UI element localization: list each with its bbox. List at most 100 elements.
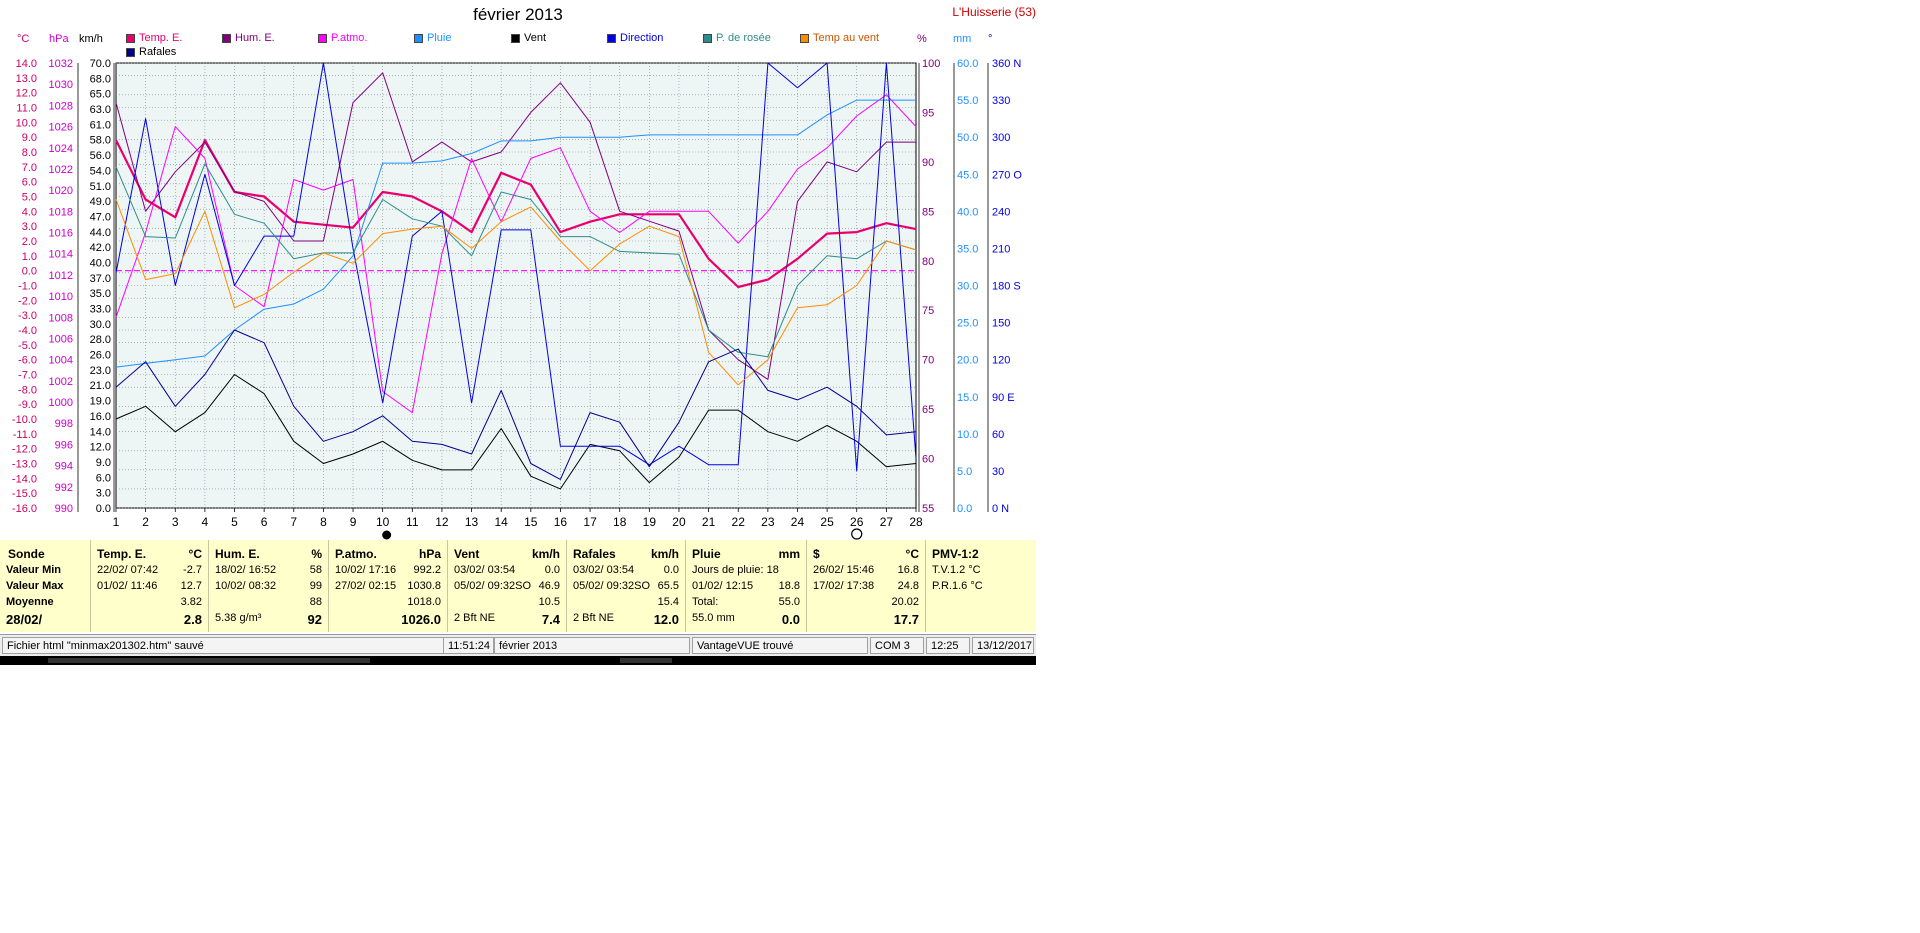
y-tick-label-hpa: 1014 (49, 249, 73, 261)
text: 01/02/ 12:15 (692, 580, 754, 592)
text: 10/02/ 08:32 (215, 580, 277, 592)
y-tick-label-mm: 5.0 (957, 466, 972, 478)
y-tick-label-kmh: 70.0 (90, 58, 111, 70)
y-tick-label-deg: 30 (992, 466, 1004, 478)
status-device: VantageVUE trouvé (692, 637, 868, 654)
y-tick-label-kmh: 61.0 (90, 119, 111, 131)
x-tick-label: 15 (524, 515, 538, 529)
y-tick-label-hpa: 1004 (49, 355, 73, 367)
stats-patmo-max: 27/02/ 02:15 1030.8 (335, 580, 441, 595)
y-tick-label-temp: 9.0 (22, 132, 37, 144)
text: 15.4 (657, 596, 679, 608)
y-tick-label-temp: 12.0 (16, 88, 37, 100)
stats-row-cur-label: 28/02/ (6, 612, 84, 627)
y-tick-label-mm: 20.0 (957, 355, 978, 367)
y-tick-label-hpa: 1030 (49, 79, 73, 91)
stats-rafales-min: 03/02/ 03:54 0.0 (573, 564, 679, 579)
y-tick-label-deg: 330 (992, 95, 1010, 107)
status-month: février 2013 (494, 637, 690, 654)
text: 03/02/ 03:54 (573, 564, 635, 576)
y-tick-label-temp: -1.0 (18, 281, 37, 293)
y-tick-label-deg: 150 (992, 318, 1010, 330)
stats-s-max: 17/02/ 17:38 24.8 (813, 580, 919, 595)
stats-hum-max: 10/02/ 08:32 99 (215, 580, 322, 595)
y-tick-label-mm: 25.0 (957, 318, 978, 330)
text: -2.7 (183, 564, 202, 576)
text: 16.8 (897, 564, 919, 576)
stats-unit-hum: % (311, 547, 322, 561)
chart-area: février 2013 L'Huisserie (53) °C hPa km/… (0, 0, 1036, 540)
text: 28/02/ (6, 612, 43, 627)
y-tick-label-kmh: 42.0 (90, 242, 111, 254)
x-tick-label: 22 (732, 515, 746, 529)
full-moon-icon (851, 528, 863, 540)
y-tick-label-temp: 1.0 (22, 251, 37, 263)
y-tick-label-mm: 35.0 (957, 243, 978, 255)
stats-unit-rafales: km/h (650, 547, 679, 561)
y-tick-label-temp: 0.0 (22, 266, 37, 278)
stats-head-pluie: Pluie (692, 547, 721, 561)
y-tick-label-hpa: 1026 (49, 122, 73, 134)
y-tick-label-pct: 75 (922, 305, 934, 317)
y-tick-label-hpa: 1008 (49, 312, 73, 324)
stats-s-min: 26/02/ 15:46 16.8 (813, 564, 919, 579)
y-tick-label-hpa: 1022 (49, 164, 73, 176)
text: 05/02/ 09:32SO (454, 580, 532, 592)
stats-temp-min: 22/02/ 07:42 -2.7 (97, 564, 202, 579)
text: 05/02/ 09:32SO (573, 580, 651, 592)
stats-col-pluie: Pluie mm Jours de pluie: 18 01/02/ 12:15… (686, 540, 807, 632)
stats-patmo-cur: 1026.0 (335, 612, 441, 627)
y-tick-label-mm: 10.0 (957, 429, 978, 441)
y-tick-label-temp: 6.0 (22, 177, 37, 189)
stats-head-vent: Vent (454, 547, 480, 561)
stats-temp-avg: 3.82 (97, 596, 202, 611)
y-tick-label-temp: -7.0 (18, 370, 37, 382)
stats-vent-avg: 10.5 (454, 596, 560, 611)
y-tick-label-mm: 60.0 (957, 58, 978, 70)
stats-unit-s: °C (905, 547, 919, 561)
stats-head-sonde: Sonde (8, 547, 45, 561)
y-tick-label-kmh: 21.0 (90, 380, 111, 392)
y-tick-label-temp: -2.0 (18, 295, 37, 307)
text: Valeur Min (6, 564, 62, 576)
y-tick-label-kmh: 51.0 (90, 181, 111, 193)
y-tick-label-hpa: 996 (55, 439, 73, 451)
x-tick-label: 2 (142, 515, 149, 529)
stats-hum-avg: 88 (215, 596, 322, 611)
text: 1030.8 (407, 580, 441, 592)
y-tick-label-deg: 120 (992, 355, 1010, 367)
stats-head-patmo: P.atmo. (335, 547, 377, 561)
x-tick-label: 16 (554, 515, 568, 529)
x-tick-label: 23 (761, 515, 775, 529)
y-tick-label-pct: 95 (922, 107, 934, 119)
y-tick-label-kmh: 28.0 (90, 334, 111, 346)
stats-hum-cur: 5.38 g/m³ 92 (215, 612, 322, 627)
y-tick-label-temp: -9.0 (18, 399, 37, 411)
x-tick-label: 7 (290, 515, 297, 529)
text: 18/02/ 16:52 (215, 564, 277, 576)
x-tick-label: 25 (820, 515, 834, 529)
text: 17.7 (893, 612, 919, 627)
y-tick-label-temp: -13.0 (12, 459, 37, 471)
stats-row-avg-label: Moyenne (6, 596, 84, 611)
y-tick-label-mm: 0.0 (957, 503, 972, 515)
text: 0.0 (781, 612, 800, 627)
y-tick-label-pct: 80 (922, 256, 934, 268)
new-moon-icon (382, 530, 392, 540)
status-bar: Fichier html "minmax201302.htm" sauvé 11… (0, 634, 1036, 656)
y-tick-label-hpa: 1032 (49, 58, 73, 70)
stats-rafales-avg: 15.4 (573, 596, 679, 611)
y-tick-label-deg: 270 O (992, 169, 1022, 181)
y-tick-label-pct: 90 (922, 157, 934, 169)
text: 22/02/ 07:42 (97, 564, 159, 576)
y-tick-label-kmh: 40.0 (90, 257, 111, 269)
stats-s-avg: 20.02 (813, 596, 919, 611)
stats-rafales-cur: 2 Bft NE 12.0 (573, 612, 679, 627)
stats-row-max-label: Valeur Max (6, 580, 84, 595)
y-tick-label-deg: 240 (992, 206, 1010, 218)
x-tick-label: 24 (791, 515, 805, 529)
stats-unit-vent: km/h (531, 547, 560, 561)
stats-pmv-pr: P.R.1.6 °C (932, 580, 1030, 595)
stats-patmo-avg: 1018.0 (335, 596, 441, 611)
strip-segment (620, 658, 672, 663)
